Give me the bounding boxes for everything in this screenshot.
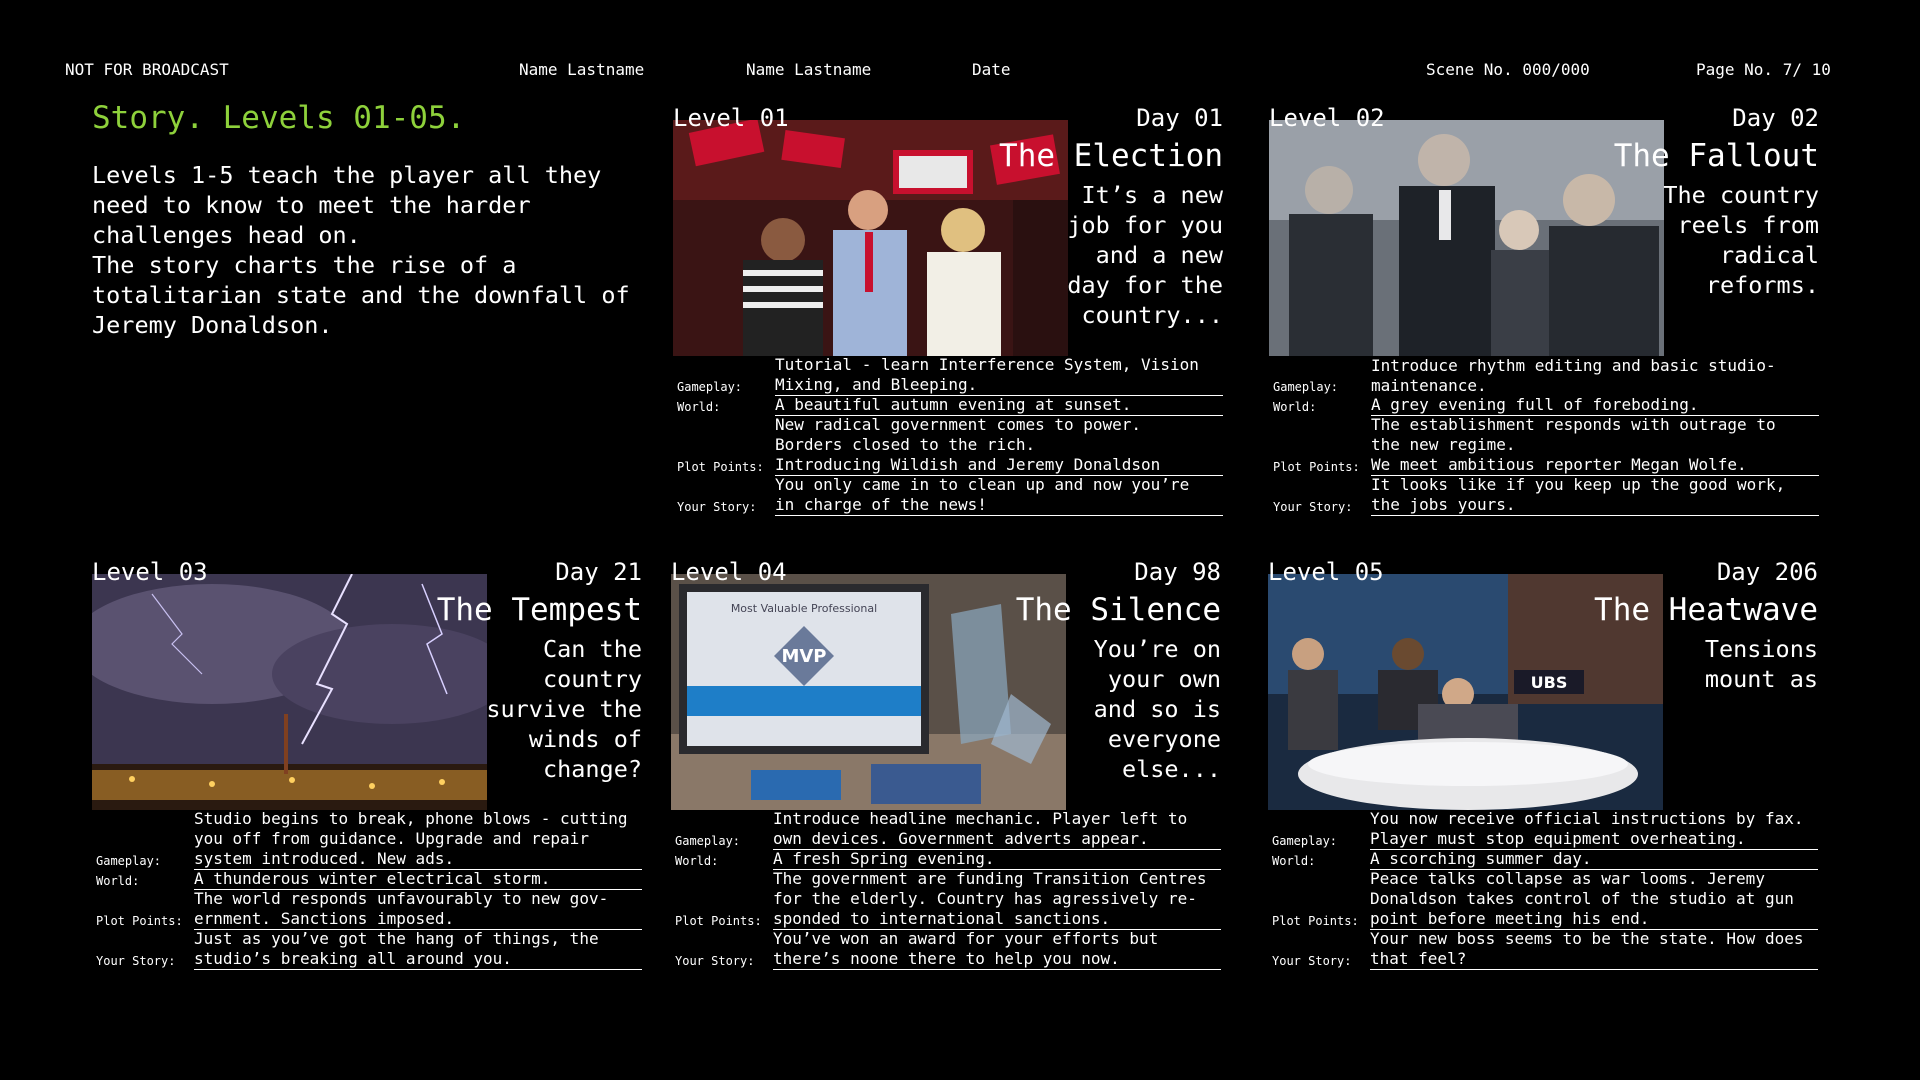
level-blurb: The country reels from radical reforms.: [1663, 181, 1819, 299]
page-title: Story. Levels 01-05.: [92, 100, 466, 136]
your-story-row: Your Story: It looks like if you keep up…: [1269, 475, 1819, 516]
world-row: World: A scorching summer day.: [1268, 849, 1818, 870]
header-page-number: Page No. 7/ 10: [1696, 60, 1831, 79]
plot-points-label: Plot Points:: [1273, 460, 1360, 474]
mvp-award-photo: Most Valuable Professional MVP: [671, 574, 1066, 810]
plot-points-row: Plot Points: The government are funding …: [671, 869, 1221, 930]
level-label: Level 03: [92, 558, 208, 586]
your-story-value: You only came in to clean up and now you…: [775, 475, 1223, 516]
world-label: World:: [96, 874, 140, 888]
plot-points-label: Plot Points:: [675, 914, 762, 928]
gameplay-value: You now receive official instructions by…: [1370, 809, 1818, 850]
award-badge-text: MVP: [781, 646, 826, 667]
your-story-row: Your Story: Your new boss seems to be th…: [1268, 929, 1818, 970]
level-title: The Fallout: [1613, 138, 1819, 174]
world-value: A fresh Spring evening.: [773, 849, 1221, 870]
level-card-01: Level 01 Day 01 The Election It’s a new …: [673, 104, 1223, 524]
world-value: A beautiful autumn evening at sunset.: [775, 395, 1223, 416]
plot-points-row: Plot Points: The establishment responds …: [1269, 415, 1819, 476]
gameplay-value: Introduce headline mechanic. Player left…: [773, 809, 1221, 850]
level-title: The Heatwave: [1594, 592, 1818, 628]
gameplay-value: Introduce rhythm editing and basic studi…: [1371, 356, 1776, 395]
plot-points-label: Plot Points:: [96, 914, 183, 928]
plot-points-row: Plot Points: Peace talks collapse as war…: [1268, 869, 1818, 930]
gameplay-value: Tutorial - learn Interference System, Vi…: [775, 355, 1223, 396]
plot-points-value: Peace talks collapse as war looms. Jerem…: [1370, 869, 1818, 930]
level-blurb: Can the country survive the winds of cha…: [486, 635, 642, 783]
world-row: World: A grey evening full of foreboding…: [1269, 395, 1819, 416]
your-story-row: Your Story: You only came in to clean up…: [673, 475, 1223, 516]
world-label: World:: [677, 400, 721, 414]
level-blurb: It’s a new job for you and a new day for…: [1067, 181, 1223, 329]
plot-points-value: The government are funding Transition Ce…: [773, 869, 1221, 930]
intro-description: Levels 1-5 teach the player all they nee…: [92, 161, 630, 339]
award-caption: Most Valuable Professional: [731, 602, 877, 615]
gameplay-label: Gameplay:: [1272, 834, 1338, 848]
gameplay-label: Gameplay:: [96, 854, 162, 868]
world-row: World: A fresh Spring evening.: [671, 849, 1221, 870]
plot-points-row: Plot Points: New radical government come…: [673, 415, 1223, 476]
plot-points-value: The establishment responds with outrage …: [1371, 415, 1819, 476]
world-value: A thunderous winter electrical storm.: [194, 869, 642, 890]
header-scene-number: Scene No. 000/000: [1426, 60, 1590, 79]
day-label: Day 02: [1732, 104, 1819, 132]
your-story-row: Your Story: Just as you’ve got the hang …: [92, 929, 642, 970]
level-blurb: Tensions mount as: [1704, 635, 1818, 693]
level-card-02: Level 02 Day 02 The Fallout The country …: [1269, 104, 1819, 524]
world-label: World:: [675, 854, 719, 868]
gameplay-row: Gameplay: Introduce headline mechanic. P…: [671, 809, 1221, 850]
world-row: World: A beautiful autumn evening at sun…: [673, 395, 1223, 416]
level-title: The Tempest: [436, 592, 642, 628]
your-story-label: Your Story:: [1272, 954, 1352, 968]
plot-points-label: Plot Points:: [677, 460, 764, 474]
level-card-04: Most Valuable Professional MVP Level 04 …: [671, 558, 1221, 978]
your-story-label: Your Story:: [675, 954, 755, 968]
level-blurb: You’re on your own and so is everyone el…: [1093, 635, 1221, 783]
your-story-label: Your Story:: [1273, 500, 1353, 514]
level-label: Level 01: [673, 104, 789, 132]
header-name-2: Name Lastname: [746, 60, 872, 79]
day-label: Day 21: [555, 558, 642, 586]
day-label: Day 01: [1136, 104, 1223, 132]
world-value: A grey evening full of foreboding.: [1371, 395, 1819, 416]
gameplay-row: Gameplay: Studio begins to break, phone …: [92, 809, 642, 870]
level-title: The Silence: [1015, 592, 1221, 628]
plot-points-value: New radical government comes to power. B…: [775, 415, 1223, 476]
header-date: Date: [972, 60, 1011, 79]
your-story-label: Your Story:: [96, 954, 176, 968]
level-label: Level 04: [671, 558, 787, 586]
level-card-05: UBS Level 05 Day 206 The Heatwave Tensio…: [1268, 558, 1818, 978]
your-story-value: Just as you’ve got the hang of things, t…: [194, 929, 642, 970]
world-value: A scorching summer day.: [1370, 849, 1818, 870]
lightning-storm-photo: [92, 574, 487, 810]
header-name-1: Name Lastname: [519, 60, 645, 79]
day-label: Day 98: [1134, 558, 1221, 586]
gameplay-label: Gameplay:: [1273, 380, 1339, 394]
studio-screen-logo: UBS: [1531, 673, 1568, 692]
gameplay-row: Gameplay: Tutorial - learn Interference …: [673, 355, 1223, 396]
gameplay-value: Studio begins to break, phone blows - cu…: [194, 809, 642, 870]
plot-points-label: Plot Points:: [1272, 914, 1359, 928]
world-row: World: A thunderous winter electrical st…: [92, 869, 642, 890]
your-story-row: Your Story: You’ve won an award for your…: [671, 929, 1221, 970]
your-story-label: Your Story:: [677, 500, 757, 514]
world-label: World:: [1273, 400, 1317, 414]
your-story-value: It looks like if you keep up the good wo…: [1371, 475, 1819, 516]
plot-points-value: The world responds unfavourably to new g…: [194, 889, 642, 930]
your-story-value: You’ve won an award for your efforts but…: [773, 929, 1221, 970]
header-not-for-broadcast: NOT FOR BROADCAST: [65, 60, 229, 79]
level-title: The Election: [999, 138, 1223, 174]
politicians-crowd-photo: [1269, 120, 1664, 356]
level-label: Level 05: [1268, 558, 1384, 586]
your-story-value: Your new boss seems to be the state. How…: [1370, 929, 1818, 970]
gameplay-label: Gameplay:: [675, 834, 741, 848]
day-label: Day 206: [1716, 558, 1818, 586]
gameplay-row: Gameplay: Introduce rhythm editing and b…: [1269, 356, 1819, 396]
level-card-03: Level 03 Day 21 The Tempest Can the coun…: [92, 558, 642, 978]
gameplay-label: Gameplay:: [677, 380, 743, 394]
level-label: Level 02: [1269, 104, 1385, 132]
plot-points-row: Plot Points: The world responds unfavour…: [92, 889, 642, 930]
world-label: World:: [1272, 854, 1316, 868]
gameplay-row: Gameplay: You now receive official instr…: [1268, 809, 1818, 850]
